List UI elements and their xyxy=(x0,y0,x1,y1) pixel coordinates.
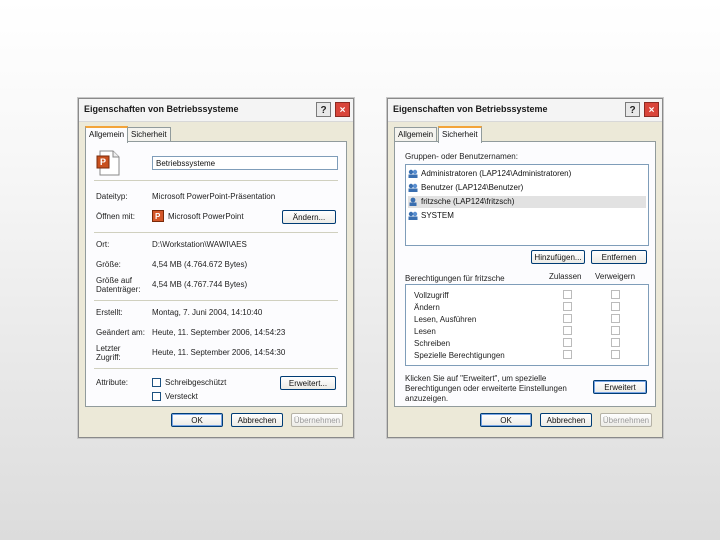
title-bar[interactable]: Eigenschaften von Betriebssysteme ? × xyxy=(79,99,353,122)
permission-name: Lesen, Ausführen xyxy=(414,315,477,324)
advanced-button[interactable]: Erweitert... xyxy=(280,376,336,390)
ok-button[interactable]: OK xyxy=(480,413,532,427)
permission-name: Schreiben xyxy=(414,339,451,348)
user-list-item-selected[interactable]: fritzsche (LAP124\fritzsch) xyxy=(408,196,646,208)
window-title: Eigenschaften von Betriebssysteme xyxy=(393,104,548,114)
size-on-disk-label-line2: Datenträger: xyxy=(96,285,141,294)
allow-checkbox[interactable] xyxy=(563,302,572,311)
users-listbox[interactable]: Administratoren (LAP124\Administratoren)… xyxy=(405,164,649,246)
apply-button[interactable]: Übernehmen xyxy=(600,413,652,427)
allow-checkbox[interactable] xyxy=(563,290,572,299)
filename-input[interactable]: Betriebssysteme xyxy=(152,156,338,170)
readonly-checkbox[interactable] xyxy=(152,378,161,387)
permissions-label: Berechtigungen für fritzsche xyxy=(405,274,505,283)
deny-checkbox[interactable] xyxy=(611,338,620,347)
permissions-list: Vollzugriff Ändern Lesen, Ausführen Lese… xyxy=(405,284,649,366)
tab-security[interactable]: Sicherheit xyxy=(127,127,171,141)
last-access-label-line1: Letzter xyxy=(96,344,121,353)
user-group-icon xyxy=(408,212,418,221)
last-access-label-line2: Zugriff: xyxy=(96,353,121,362)
user-icon xyxy=(409,197,417,207)
security-panel: Gruppen- oder Benutzernamen: Administrat… xyxy=(394,141,656,407)
deny-checkbox[interactable] xyxy=(611,290,620,299)
user-name: Benutzer (LAP124\Benutzer) xyxy=(421,183,524,192)
svg-text:P: P xyxy=(155,212,161,221)
allow-column-header: Zulassen xyxy=(549,272,582,281)
deny-checkbox[interactable] xyxy=(611,326,620,335)
help-button[interactable]: ? xyxy=(316,102,331,117)
size-label: Größe: xyxy=(96,260,121,269)
advanced-hint-line3: anzuzeigen. xyxy=(405,394,449,403)
hidden-checkbox[interactable] xyxy=(152,392,161,401)
powerpoint-file-icon: P xyxy=(96,150,120,176)
remove-user-button[interactable]: Entfernen xyxy=(591,250,647,264)
properties-window-security: Eigenschaften von Betriebssysteme ? × Al… xyxy=(387,98,663,438)
modified-value: Heute, 11. September 2006, 14:54:23 xyxy=(152,328,286,337)
user-list-item[interactable]: Benutzer (LAP124\Benutzer) xyxy=(408,182,646,194)
change-button[interactable]: Ändern... xyxy=(282,210,336,224)
user-list-item[interactable]: Administratoren (LAP124\Administratoren) xyxy=(408,168,646,180)
created-label: Erstellt: xyxy=(96,308,123,317)
powerpoint-app-icon: P xyxy=(152,210,164,222)
user-name: SYSTEM xyxy=(421,211,454,220)
file-type-label: Dateityp: xyxy=(96,192,128,201)
groups-label: Gruppen- oder Benutzernamen: xyxy=(405,152,518,161)
permission-name: Spezielle Berechtigungen xyxy=(414,351,505,360)
advanced-hint-line1: Klicken Sie auf "Erweitert", um speziell… xyxy=(405,374,547,383)
readonly-label: Schreibgeschützt xyxy=(165,378,227,387)
permission-name: Ändern xyxy=(414,303,440,312)
user-group-icon xyxy=(408,170,418,179)
general-panel: P Betriebssysteme Dateityp: Microsoft Po… xyxy=(85,141,347,407)
title-bar[interactable]: Eigenschaften von Betriebssysteme ? × xyxy=(388,99,662,122)
size-on-disk-label-line1: Größe auf xyxy=(96,276,133,285)
ok-button[interactable]: OK xyxy=(171,413,223,427)
allow-checkbox[interactable] xyxy=(563,326,572,335)
modified-label: Geändert am: xyxy=(96,328,145,337)
help-button[interactable]: ? xyxy=(625,102,640,117)
close-button[interactable]: × xyxy=(335,102,350,117)
permission-name: Lesen xyxy=(414,327,436,336)
properties-window-general: Eigenschaften von Betriebssysteme ? × Al… xyxy=(78,98,354,438)
created-value: Montag, 7. Juni 2004, 14:10:40 xyxy=(152,308,263,317)
deny-checkbox[interactable] xyxy=(611,302,620,311)
allow-checkbox[interactable] xyxy=(563,314,572,323)
advanced-button[interactable]: Erweitert xyxy=(593,380,647,394)
location-label: Ort: xyxy=(96,240,110,249)
tab-general[interactable]: Allgemein xyxy=(394,127,438,141)
svg-text:P: P xyxy=(100,157,106,167)
user-name: fritzsche (LAP124\fritzsch) xyxy=(421,197,515,206)
window-title: Eigenschaften von Betriebssysteme xyxy=(84,104,239,114)
hidden-label: Versteckt xyxy=(165,392,198,401)
tab-general[interactable]: Allgemein xyxy=(85,126,129,143)
cancel-button[interactable]: Abbrechen xyxy=(540,413,592,427)
deny-checkbox[interactable] xyxy=(611,314,620,323)
open-with-label: Öffnen mit: xyxy=(96,212,135,221)
user-name: Administratoren (LAP124\Administratoren) xyxy=(421,169,572,178)
close-button[interactable]: × xyxy=(644,102,659,117)
permission-name: Vollzugriff xyxy=(414,291,449,300)
attributes-label: Attribute: xyxy=(96,378,129,387)
user-group-icon xyxy=(408,184,418,193)
cancel-button[interactable]: Abbrechen xyxy=(231,413,283,427)
allow-checkbox[interactable] xyxy=(563,350,572,359)
size-on-disk-value: 4,54 MB (4.767.744 Bytes) xyxy=(152,280,248,289)
size-value: 4,54 MB (4.764.672 Bytes) xyxy=(152,260,248,269)
apply-button[interactable]: Übernehmen xyxy=(291,413,343,427)
advanced-hint-line2: Berechtigungen oder erweiterte Einstellu… xyxy=(405,384,567,393)
last-access-value: Heute, 11. September 2006, 14:54:30 xyxy=(152,348,286,357)
deny-column-header: Verweigern xyxy=(595,272,636,281)
tab-security[interactable]: Sicherheit xyxy=(438,126,482,143)
user-list-item[interactable]: SYSTEM xyxy=(408,210,646,222)
deny-checkbox[interactable] xyxy=(611,350,620,359)
add-user-button[interactable]: Hinzufügen... xyxy=(531,250,585,264)
location-value: D:\Workstation\WAWI\AES xyxy=(152,240,247,249)
open-with-value: Microsoft PowerPoint xyxy=(168,212,244,221)
file-type-value: Microsoft PowerPoint-Präsentation xyxy=(152,192,276,201)
allow-checkbox[interactable] xyxy=(563,338,572,347)
